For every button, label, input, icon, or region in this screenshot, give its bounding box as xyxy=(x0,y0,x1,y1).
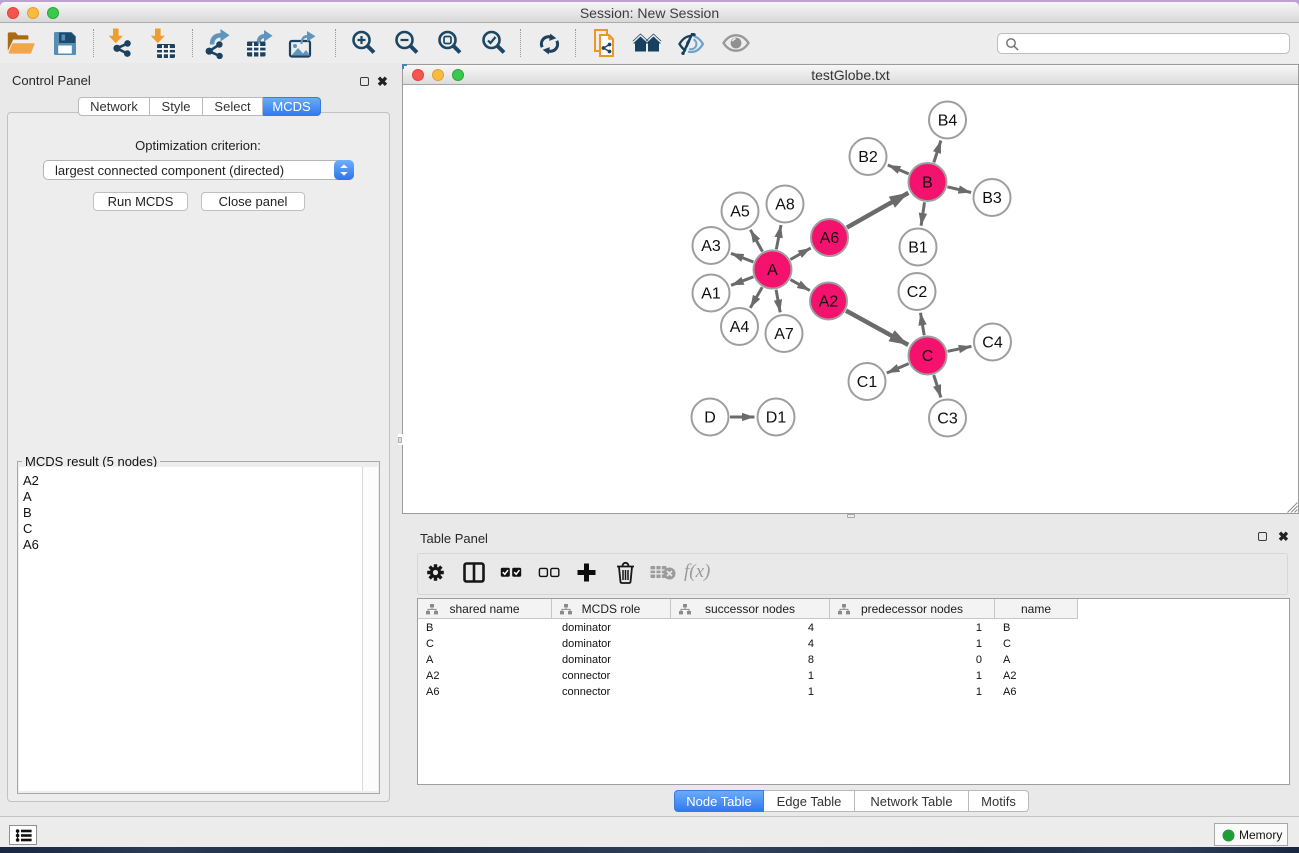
svg-text:A: A xyxy=(767,262,778,279)
svg-text:A1: A1 xyxy=(701,286,721,303)
svg-text:B: B xyxy=(922,175,933,192)
svg-text:B1: B1 xyxy=(908,240,928,257)
svg-text:D1: D1 xyxy=(766,410,787,427)
svg-text:B2: B2 xyxy=(858,149,878,166)
svg-text:D: D xyxy=(704,410,716,427)
svg-text:A6: A6 xyxy=(820,230,840,247)
svg-text:A4: A4 xyxy=(730,319,750,336)
svg-text:C: C xyxy=(922,348,934,365)
svg-text:A8: A8 xyxy=(775,197,795,214)
svg-text:C2: C2 xyxy=(907,284,928,301)
svg-text:A3: A3 xyxy=(701,238,721,255)
svg-text:C4: C4 xyxy=(982,335,1003,352)
svg-text:B3: B3 xyxy=(982,190,1002,207)
svg-text:A7: A7 xyxy=(774,326,794,343)
svg-text:C3: C3 xyxy=(937,411,958,428)
svg-text:C1: C1 xyxy=(857,374,878,391)
svg-text:B4: B4 xyxy=(938,113,958,130)
svg-text:A5: A5 xyxy=(730,204,750,221)
svg-text:A2: A2 xyxy=(819,294,839,311)
